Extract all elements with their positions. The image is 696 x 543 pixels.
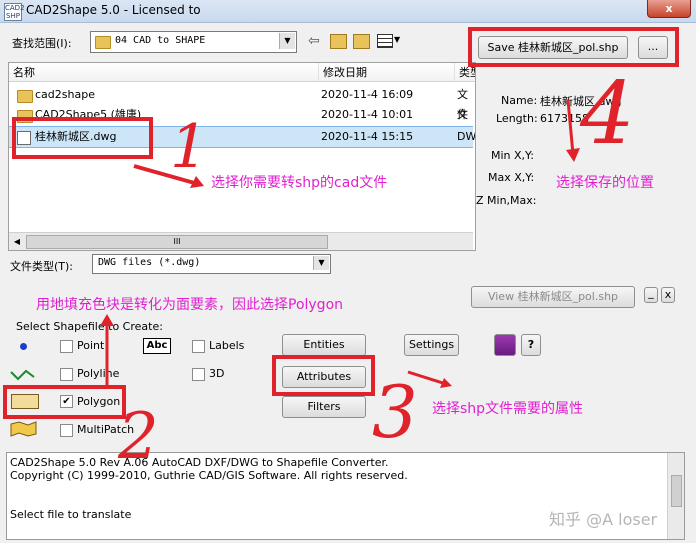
labels-checkbox[interactable] xyxy=(192,340,205,353)
log-line-2: Copyright (C) 1999-2010, Guthrie CAD/GIS… xyxy=(10,469,408,482)
file-type: DW xyxy=(457,130,476,143)
vertical-scrollbar[interactable] xyxy=(667,453,684,539)
horizontal-scrollbar[interactable]: ◀ III xyxy=(9,232,473,250)
new-folder-icon[interactable] xyxy=(353,34,370,49)
view-menu-icon[interactable] xyxy=(377,34,393,48)
help-icon[interactable]: ? xyxy=(521,334,541,356)
app-icon: CAD2 SHP xyxy=(4,3,25,21)
chevron-down-icon[interactable]: ▼ xyxy=(313,256,329,270)
close-window-button[interactable]: x xyxy=(647,0,691,18)
multipatch-type-icon xyxy=(10,421,37,437)
column-header-date[interactable]: 修改日期 xyxy=(319,63,455,82)
scroll-thumb[interactable] xyxy=(671,475,682,507)
file-row[interactable]: cad2shape 2020-11-4 16:09 文件 xyxy=(9,85,473,121)
point-checkbox[interactable] xyxy=(60,340,73,353)
labels-abc-icon: Abc xyxy=(143,338,171,354)
file-type-value: DWG files (*.dwg) xyxy=(98,257,201,268)
step-number-4: 4 xyxy=(580,64,635,164)
view-menu-chevron-icon[interactable]: ▼ xyxy=(394,35,400,44)
back-icon[interactable]: ⇦ xyxy=(308,33,320,49)
step-number-2: 2 xyxy=(118,400,159,474)
3d-label: 3D xyxy=(209,367,225,380)
close-small-button[interactable]: x xyxy=(661,287,675,303)
column-header-name[interactable]: 名称 xyxy=(9,63,319,82)
look-in-label: 查找范围(I): xyxy=(12,37,72,50)
minimize-small-button[interactable]: _ xyxy=(644,287,658,303)
file-date: 2020-11-4 16:09 xyxy=(321,88,414,101)
file-date: 2020-11-4 10:01 xyxy=(321,108,414,121)
book-icon[interactable] xyxy=(494,334,516,356)
point-type-icon xyxy=(20,343,27,350)
arrow-icon xyxy=(100,314,114,388)
file-type-combo[interactable]: DWG files (*.dwg) ▼ xyxy=(92,254,331,274)
file-type-label: 文件类型(T): xyxy=(10,260,74,273)
shapefile-section-label: Select Shapefile to Create: xyxy=(16,320,163,333)
watermark: 知乎 @A loser xyxy=(549,510,658,529)
file-date: 2020-11-4 15:15 xyxy=(321,130,414,143)
look-in-combo[interactable]: 04 CAD to SHAPE ▼ xyxy=(90,31,297,53)
polyline-type-icon xyxy=(10,369,35,381)
min-xy-label: Min X,Y: xyxy=(491,149,535,162)
length-label: Length: xyxy=(496,112,538,125)
arrow-icon xyxy=(407,370,452,388)
labels-label: Labels xyxy=(209,339,245,352)
chevron-down-icon[interactable]: ▼ xyxy=(279,33,295,49)
highlight-box-step3 xyxy=(272,355,375,396)
filters-button[interactable]: Filters xyxy=(282,396,366,418)
entities-button[interactable]: Entities xyxy=(282,334,366,356)
highlight-box-step4 xyxy=(468,27,679,67)
annotation-step1: 选择你需要转shp的cad文件 xyxy=(211,175,388,191)
annotation-step4: 选择保存的位置 xyxy=(556,175,654,191)
name-label: Name: xyxy=(501,94,538,107)
multipatch-checkbox[interactable] xyxy=(60,424,73,437)
polyline-checkbox[interactable] xyxy=(60,368,73,381)
title-bar: CAD2 SHP CAD2Shape 5.0 - Licensed to x xyxy=(0,0,696,23)
look-in-value: 04 CAD to SHAPE xyxy=(115,35,206,46)
arrow-icon xyxy=(566,99,580,162)
file-name: cad2shape xyxy=(35,88,95,101)
window-title: CAD2Shape 5.0 - Licensed to xyxy=(26,3,201,17)
3d-checkbox[interactable] xyxy=(192,368,205,381)
folder-icon xyxy=(95,36,111,49)
z-minmax-label: Z Min,Max: xyxy=(476,194,537,207)
log-line-1: CAD2Shape 5.0 Rev A.06 AutoCAD DXF/DWG t… xyxy=(10,456,389,469)
highlight-box-step1 xyxy=(12,117,153,159)
sort-arrow-icon: ⌃ xyxy=(165,62,173,70)
annotation-step2: 用地填充色块是转化为面要素，因此选择Polygon xyxy=(36,297,344,313)
max-xy-label: Max X,Y: xyxy=(488,171,535,184)
status-text: Select file to translate xyxy=(10,508,132,521)
up-folder-icon[interactable] xyxy=(330,34,347,49)
annotation-step3: 选择shp文件需要的属性 xyxy=(432,401,584,417)
settings-button[interactable]: Settings xyxy=(404,334,459,356)
view-shapefile-button[interactable]: View 桂林新城区_pol.shp xyxy=(471,286,635,308)
scroll-thumb[interactable]: III xyxy=(26,235,328,249)
arrow-icon xyxy=(133,164,204,188)
folder-icon xyxy=(17,90,33,103)
scroll-left-icon[interactable]: ◀ xyxy=(9,233,25,250)
